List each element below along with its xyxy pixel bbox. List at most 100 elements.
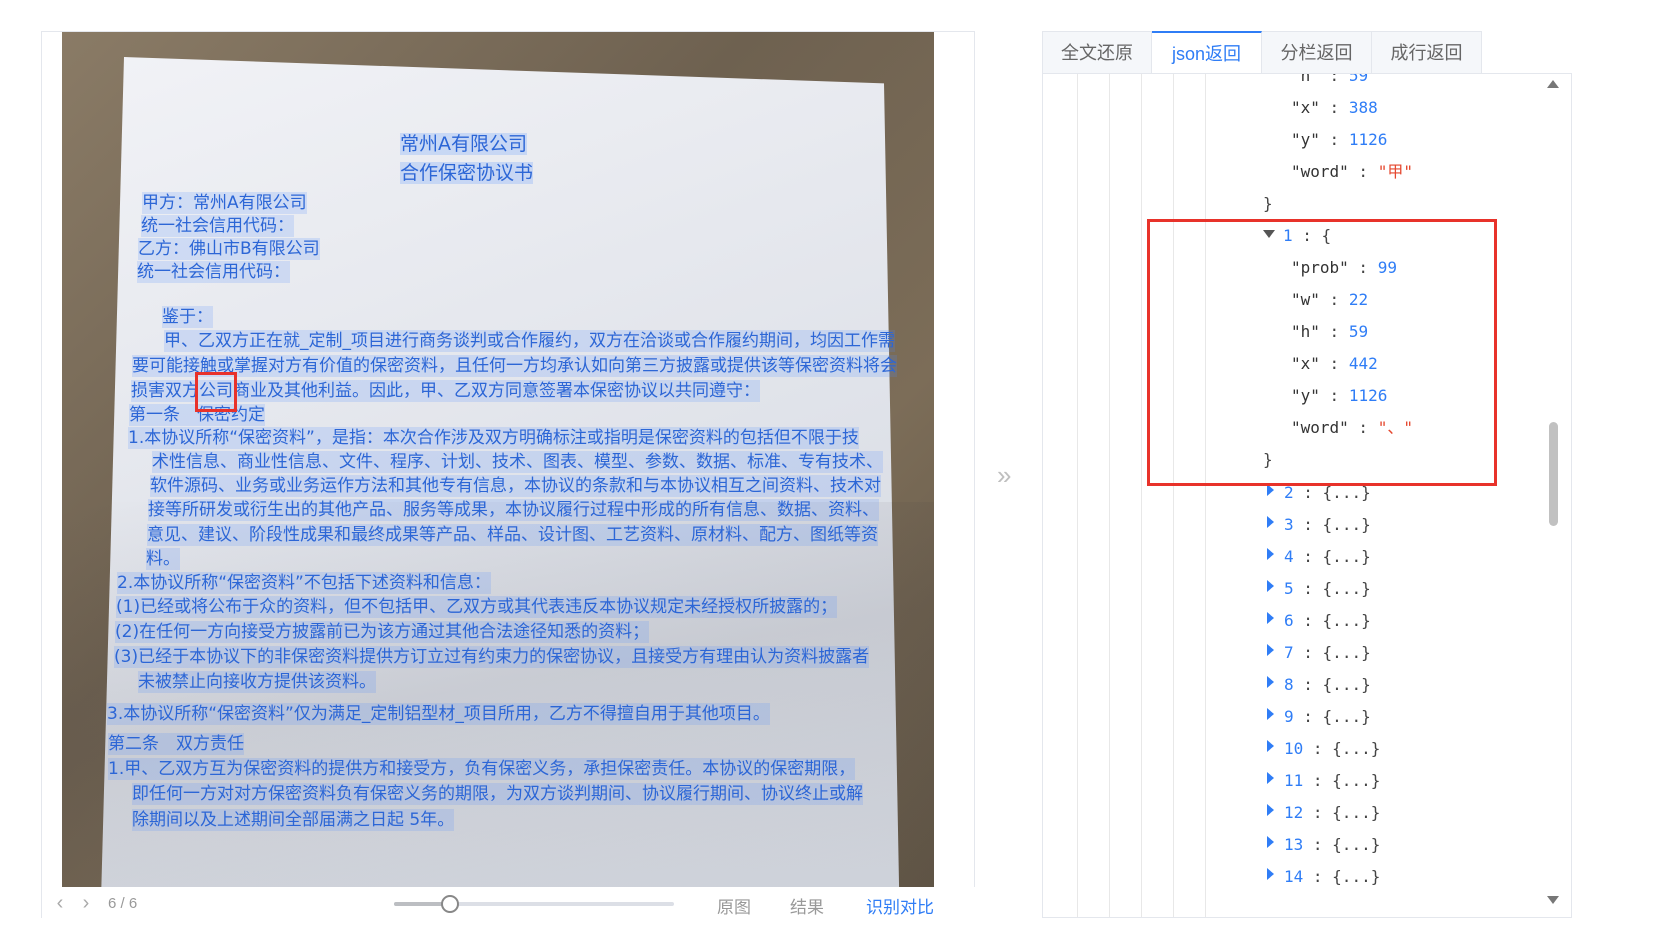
- doc-text-line: (2)在任何一方向接受方披露前已为该方通过其他合法途径知悉的资料；: [115, 621, 650, 643]
- json-index: 6: [1284, 611, 1294, 630]
- zoom-slider-handle[interactable]: [441, 895, 459, 913]
- json-index: 9: [1284, 707, 1294, 726]
- json-index: 5: [1284, 579, 1294, 598]
- scrollbar-thumb[interactable]: [1549, 422, 1558, 526]
- expand-triangle-icon[interactable]: [1267, 580, 1274, 592]
- json-index: 8: [1284, 675, 1294, 694]
- tab-fulltext[interactable]: 全文还原: [1042, 31, 1152, 74]
- json-value: 1126: [1348, 130, 1388, 149]
- collapsed-placeholder: {...}: [1322, 547, 1371, 566]
- original-view-button[interactable]: 原图: [717, 893, 751, 918]
- json-key: "x": [1291, 98, 1320, 117]
- doc-text-line: 第二条 双方责任: [108, 733, 244, 755]
- expand-triangle-icon[interactable]: [1267, 516, 1274, 528]
- json-property-row: "h" : 59: [1291, 73, 1369, 85]
- collapsed-placeholder: {...}: [1332, 771, 1381, 790]
- json-value: 388: [1348, 98, 1378, 117]
- doc-text-line: 甲、乙双方正在就_定制_项目进行商务谈判或合作履约，双方在洽谈或合作履约期间，均…: [164, 330, 895, 352]
- json-index: 14: [1284, 867, 1304, 886]
- expand-triangle-icon[interactable]: [1267, 740, 1274, 752]
- collapsed-placeholder: {...}: [1322, 707, 1371, 726]
- collapsed-placeholder: {...}: [1322, 643, 1371, 662]
- json-collapsed-row[interactable]: 7 : {...}: [1267, 643, 1371, 663]
- doc-text-line: 1.本协议所称“保密资料”，是指：本次合作涉及双方明确标注或指明是保密资料的包括…: [128, 427, 859, 449]
- expand-triangle-icon[interactable]: [1267, 676, 1274, 688]
- expand-triangle-icon[interactable]: [1267, 708, 1274, 720]
- scroll-down-arrow-icon[interactable]: [1547, 896, 1559, 904]
- json-collapsed-row[interactable]: 11 : {...}: [1267, 771, 1380, 791]
- doc-text-line: 接等所研发或衍生出的其他产品、服务等成果，本协议履行过程中形成的所有信息、数据、…: [148, 499, 879, 521]
- json-index: 4: [1284, 547, 1294, 566]
- json-collapsed-row[interactable]: 10 : {...}: [1267, 739, 1380, 759]
- expand-triangle-icon[interactable]: [1267, 836, 1274, 848]
- collapsed-placeholder: {...}: [1332, 835, 1381, 854]
- collapsed-placeholder: {...}: [1332, 803, 1381, 822]
- next-page-button[interactable]: ›: [74, 892, 98, 915]
- doc-title-line: 常州A有限公司: [400, 133, 527, 155]
- expand-triangle-icon[interactable]: [1267, 772, 1274, 784]
- tab-json[interactable]: json返回: [1152, 31, 1262, 74]
- doc-text-line: (3)已经于本协议下的非保密资料提供方订立过有约束力的保密协议，且接受方有理由认…: [114, 646, 870, 668]
- doc-text-line: 乙方：佛山市B有限公司: [138, 238, 320, 260]
- json-collapsed-row[interactable]: 6 : {...}: [1267, 611, 1371, 631]
- doc-text-line: 1.甲、乙双方互为保密资料的提供方和接受方，负有保密义务，承担保密责任。本协议的…: [108, 758, 856, 780]
- expand-triangle-icon[interactable]: [1267, 868, 1274, 880]
- json-collapsed-row[interactable]: 14 : {...}: [1267, 867, 1380, 887]
- json-property-row: "x" : 388: [1291, 98, 1378, 117]
- doc-text-line: 统一社会信用代码：: [141, 215, 294, 237]
- doc-text-line: 术性信息、商业性信息、文件、程序、计划、技术、图表、模型、参数、数据、标准、专有…: [152, 451, 883, 473]
- collapsed-placeholder: {...}: [1322, 611, 1371, 630]
- expand-triangle-icon[interactable]: [1267, 612, 1274, 624]
- collapsed-placeholder: {...}: [1332, 739, 1381, 758]
- viewer-toolbar: ‹ › 6 / 6 原图 结果 识别对比: [42, 887, 976, 919]
- doc-title-line: 合作保密协议书: [400, 162, 534, 184]
- selected-char-highlight: [195, 372, 237, 412]
- collapsed-placeholder: {...}: [1322, 579, 1371, 598]
- result-tabs: 全文还原 json返回 分栏返回 成行返回: [1042, 31, 1482, 74]
- doc-text-line: 意见、建议、阶段性成果和最终成果等产品、样品、设计图、工艺资料、原材料、配方、图…: [147, 524, 878, 546]
- json-collapsed-row[interactable]: 13 : {...}: [1267, 835, 1380, 855]
- json-collapsed-row[interactable]: 5 : {...}: [1267, 579, 1371, 599]
- json-index: 13: [1284, 835, 1304, 854]
- doc-text-line: 鉴于：: [162, 306, 213, 328]
- prev-page-button[interactable]: ‹: [48, 892, 72, 915]
- json-key: "word": [1291, 162, 1349, 181]
- collapsed-placeholder: {...}: [1322, 675, 1371, 694]
- compare-view-button[interactable]: 识别对比: [866, 893, 934, 918]
- expand-triangle-icon[interactable]: [1267, 548, 1274, 560]
- tab-lines[interactable]: 成行返回: [1372, 31, 1482, 74]
- double-chevron-right-icon: »: [997, 460, 1012, 490]
- ocr-overlay: 常州A有限公司 合作保密协议书 甲方：常州A有限公司 统一社会信用代码： 乙方：佛山…: [62, 32, 934, 887]
- json-collapsed-row[interactable]: 3 : {...}: [1267, 515, 1371, 535]
- doc-text-line: 甲方：常州A有限公司: [142, 192, 307, 214]
- result-view-button[interactable]: 结果: [790, 893, 824, 918]
- json-collapsed-row[interactable]: 8 : {...}: [1267, 675, 1371, 695]
- json-collapsed-row[interactable]: 9 : {...}: [1267, 707, 1371, 727]
- doc-text-line: 2.本协议所称“保密资料”不包括下述资料和信息：: [117, 572, 491, 594]
- indent-guides: [1043, 74, 1283, 917]
- expand-triangle-icon[interactable]: [1267, 644, 1274, 656]
- json-collapsed-row[interactable]: 2 : {...}: [1267, 483, 1371, 503]
- doc-text-line: (1)已经或将公布于众的资料，但不包括甲、乙双方或其代表违反本协议规定未经授权所…: [116, 596, 838, 618]
- document-photo: 常州A有限公司 合作保密协议书 甲方：常州A有限公司 统一社会信用代码： 乙方：佛山…: [62, 32, 934, 887]
- zoom-slider[interactable]: [394, 895, 674, 913]
- json-property-row: "y" : 1126: [1291, 130, 1388, 149]
- json-collapsed-row[interactable]: 4 : {...}: [1267, 547, 1371, 567]
- doc-text-line: 统一社会信用代码：: [137, 261, 290, 283]
- json-collapsed-row[interactable]: 12 : {...}: [1267, 803, 1380, 823]
- scroll-up-arrow-icon[interactable]: [1547, 80, 1559, 88]
- tab-columns[interactable]: 分栏返回: [1262, 31, 1372, 74]
- doc-text-line: 即任何一方对对方保密资料负有保密义务的期限，为双方谈判期间、协议履行期间、协议终…: [132, 783, 863, 805]
- json-key: "y": [1291, 130, 1320, 149]
- expand-triangle-icon[interactable]: [1267, 804, 1274, 816]
- doc-text-line: 3.本协议所称“保密资料”仅为满足_定制铝型材_项目所用，乙方不得擅自用于其他项…: [107, 703, 770, 725]
- json-value: "甲": [1377, 162, 1413, 181]
- doc-text-line: 除期间以及上述期间全部届满之日起 5年。: [132, 809, 455, 831]
- json-index: 3: [1284, 515, 1294, 534]
- json-index: 7: [1284, 643, 1294, 662]
- json-index: 11: [1284, 771, 1304, 790]
- collapsed-placeholder: {...}: [1322, 515, 1371, 534]
- doc-text-line: 要可能接触或掌握对方有价值的保密资料，且任何一方均承认如向第三方披露或提供该等保…: [132, 355, 897, 377]
- selected-object-highlight: [1147, 219, 1497, 486]
- collapsed-placeholder: {...}: [1332, 867, 1381, 886]
